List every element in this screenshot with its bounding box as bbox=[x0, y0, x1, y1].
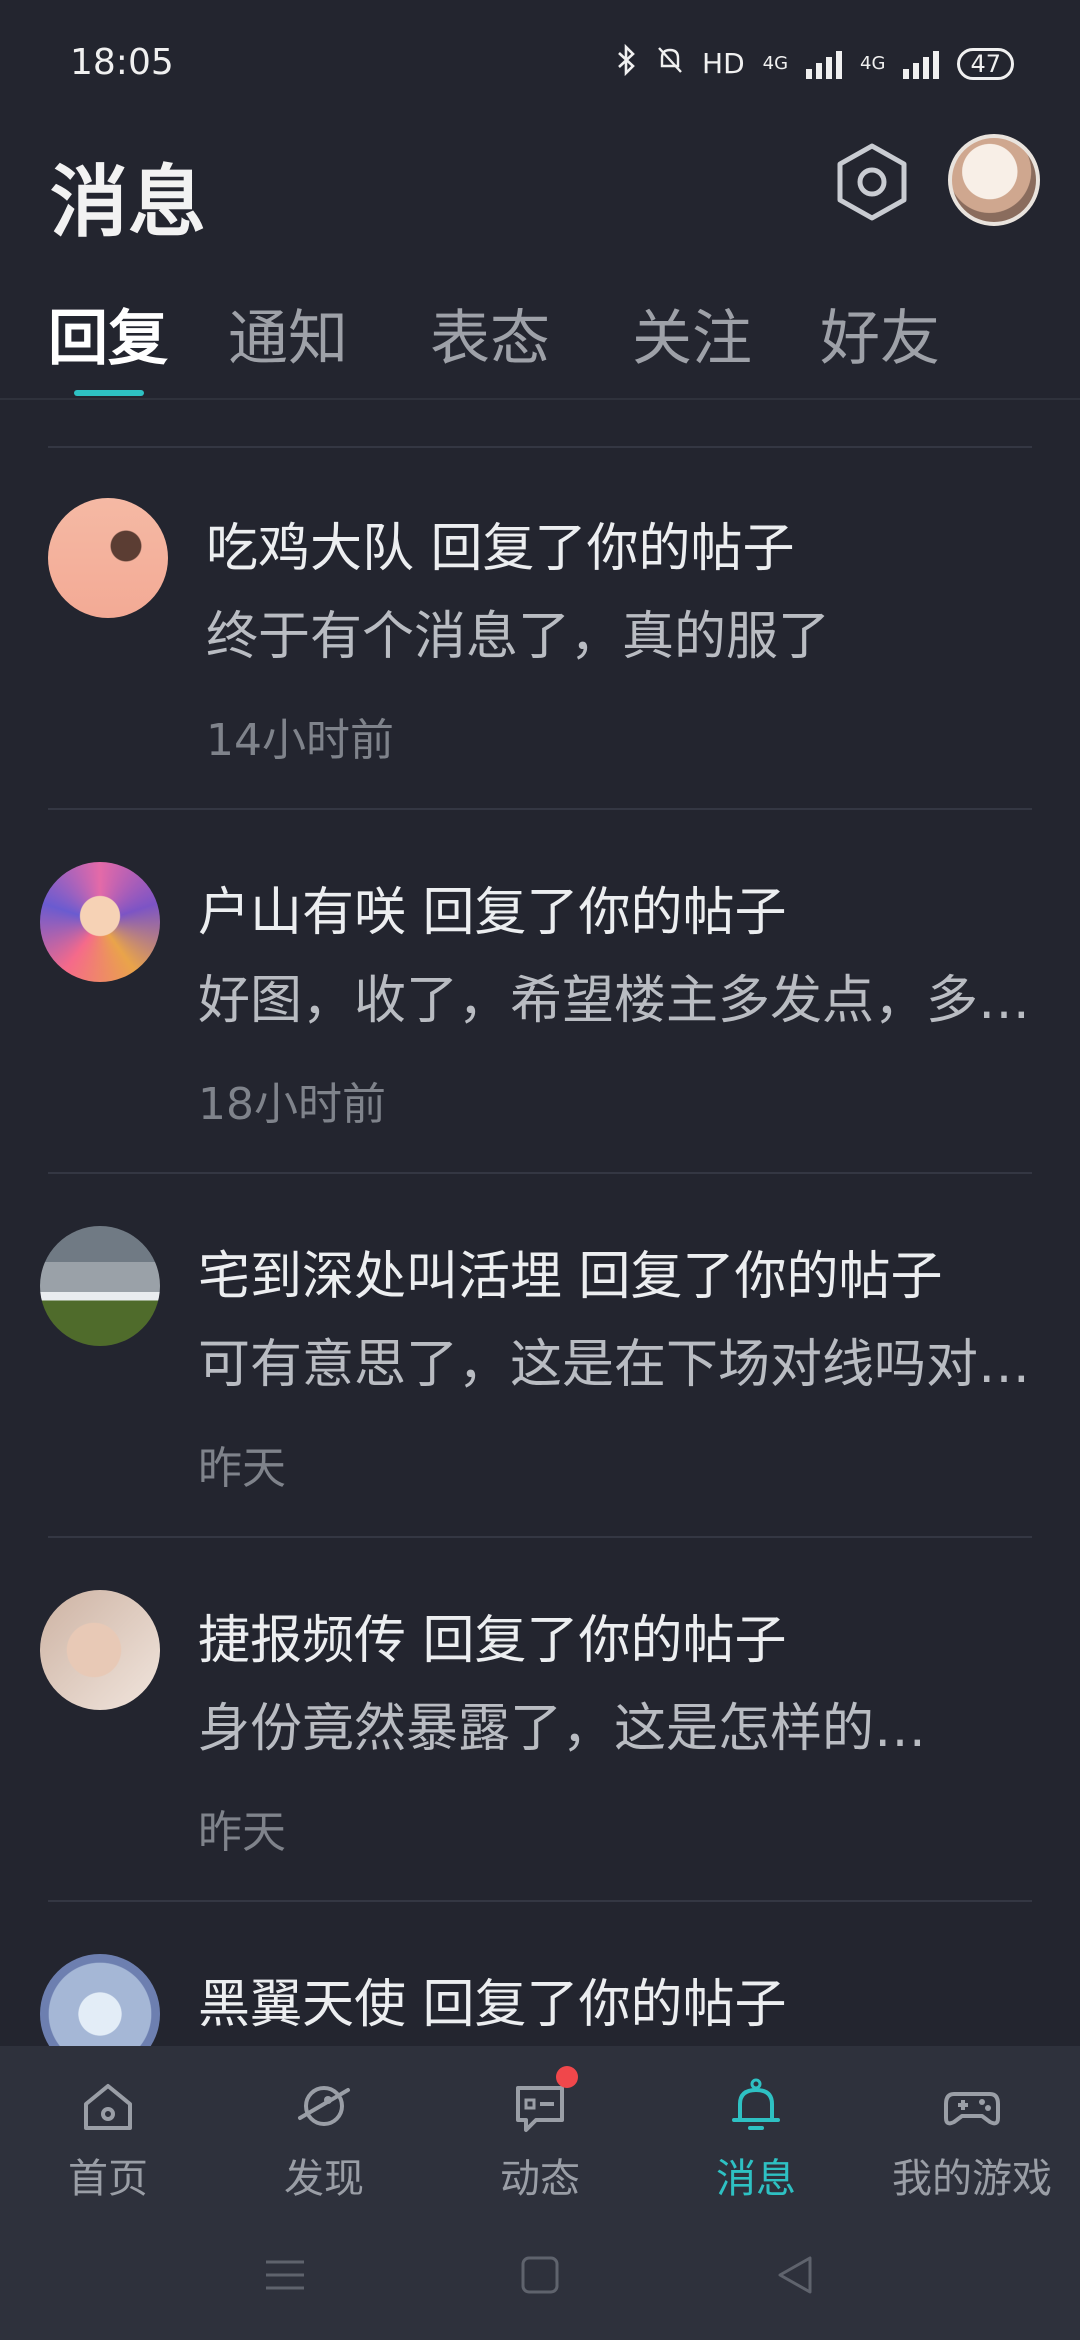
tab-notice[interactable]: 通知 bbox=[228, 290, 348, 377]
net-1-label: 4G bbox=[762, 53, 789, 74]
message-body: 好图，收了，希望楼主多发点，多发点 bbox=[198, 971, 1038, 1031]
list-item[interactable]: 户山有咲 回复了你的帖子 好图，收了，希望楼主多发点，多发点 18小时前 bbox=[0, 810, 1080, 1174]
message-tabs: 回复 通知 表态 关注 好友 bbox=[0, 280, 1080, 400]
avatar[interactable] bbox=[40, 1226, 160, 1346]
status-time: 18:05 bbox=[70, 42, 174, 83]
message-time: 昨天 bbox=[198, 1807, 286, 1858]
signal-2-icon bbox=[903, 49, 940, 79]
header: 消息 bbox=[0, 130, 1080, 248]
page-title: 消息 bbox=[50, 158, 207, 248]
tab-reaction[interactable]: 表态 bbox=[430, 290, 550, 377]
status-bar: 18:05 HD 4G 4G 47 bbox=[0, 0, 1080, 130]
menu-icon[interactable] bbox=[260, 2250, 310, 2300]
planet-icon bbox=[298, 2086, 350, 2126]
list-item[interactable]: 宅到深处叫活埋 回复了你的帖子 可有意思了，这是在下场对线吗对线吗 昨天 bbox=[0, 1174, 1080, 1538]
nav-label: 首页 bbox=[68, 2156, 148, 2202]
system-navigation-bar bbox=[0, 2210, 1080, 2340]
list-item[interactable]: 黑翼天使 回复了你的帖子 bbox=[0, 1902, 1080, 2046]
battery-indicator: 47 bbox=[957, 47, 1014, 80]
net-2-label: 4G bbox=[860, 53, 886, 74]
message-body: 终于有个消息了，真的服了 bbox=[206, 607, 831, 667]
list-item[interactable]: 吃鸡大队 回复了你的帖子 终于有个消息了，真的服了 14小时前 bbox=[0, 446, 1080, 810]
message-time: 14小时前 bbox=[206, 715, 394, 766]
gamepad-icon bbox=[944, 2092, 1000, 2126]
message-list: 吃鸡大队 回复了你的帖子 终于有个消息了，真的服了 14小时前 户山有咲 回复了… bbox=[0, 446, 1080, 2046]
nav-label: 动态 bbox=[500, 2156, 580, 2202]
message-body: 可有意思了，这是在下场对线吗对线吗 bbox=[198, 1335, 1038, 1395]
bell-icon bbox=[732, 2078, 780, 2130]
message-time: 18小时前 bbox=[198, 1079, 386, 1130]
status-icons: HD 4G 4G 47 bbox=[616, 43, 1014, 83]
message-title: 捷报频传 回复了你的帖子 bbox=[198, 1611, 787, 1671]
avatar[interactable] bbox=[48, 498, 168, 618]
tab-active-indicator bbox=[74, 390, 144, 396]
profile-avatar[interactable] bbox=[948, 134, 1040, 226]
avatar[interactable] bbox=[40, 862, 160, 982]
bottom-nav: 首页 发现 动态 消息 我的游戏 bbox=[0, 2046, 1080, 2210]
nav-label: 发现 bbox=[284, 2156, 364, 2202]
tab-follow[interactable]: 关注 bbox=[632, 290, 752, 377]
hd-badge: HD bbox=[702, 47, 745, 80]
nav-my-games[interactable]: 我的游戏 bbox=[864, 2046, 1080, 2210]
message-title: 吃鸡大队 回复了你的帖子 bbox=[206, 519, 795, 579]
tab-friends[interactable]: 好友 bbox=[820, 290, 940, 377]
message-title: 宅到深处叫活埋 回复了你的帖子 bbox=[198, 1247, 943, 1307]
nav-feed[interactable]: 动态 bbox=[432, 2046, 648, 2210]
nav-messages[interactable]: 消息 bbox=[648, 2046, 864, 2210]
avatar[interactable] bbox=[40, 1954, 160, 2046]
settings-button[interactable] bbox=[830, 140, 914, 224]
home-square-icon[interactable] bbox=[515, 2250, 565, 2300]
avatar[interactable] bbox=[40, 1590, 160, 1710]
nav-home[interactable]: 首页 bbox=[0, 2046, 216, 2210]
nav-label: 我的游戏 bbox=[892, 2156, 1052, 2202]
nav-label: 消息 bbox=[716, 2156, 796, 2202]
notification-badge bbox=[556, 2066, 578, 2088]
list-item[interactable]: 捷报频传 回复了你的帖子 身份竟然暴露了，这是怎样的… 昨天 bbox=[0, 1538, 1080, 1902]
message-title: 户山有咲 回复了你的帖子 bbox=[198, 883, 787, 943]
back-triangle-icon[interactable] bbox=[770, 2250, 820, 2300]
tab-reply[interactable]: 回复 bbox=[48, 290, 168, 377]
mute-bell-icon bbox=[656, 45, 684, 82]
bluetooth-icon bbox=[616, 43, 638, 83]
message-body: 身份竟然暴露了，这是怎样的… bbox=[198, 1699, 927, 1759]
message-time: 昨天 bbox=[198, 1443, 286, 1494]
hexagon-settings-icon bbox=[837, 143, 907, 221]
home-icon bbox=[84, 2084, 132, 2130]
message-title: 黑翼天使 回复了你的帖子 bbox=[198, 1975, 787, 2035]
nav-discover[interactable]: 发现 bbox=[216, 2046, 432, 2210]
signal-1-icon bbox=[806, 49, 843, 79]
